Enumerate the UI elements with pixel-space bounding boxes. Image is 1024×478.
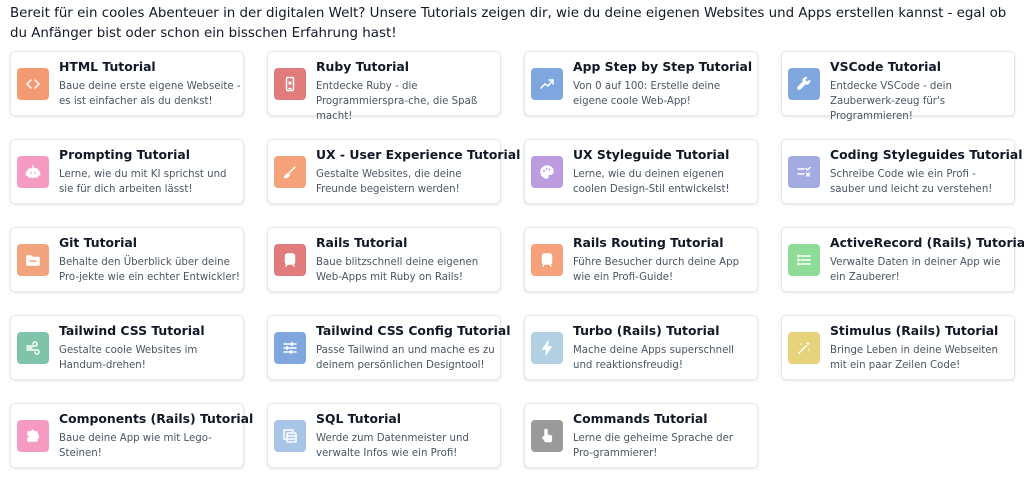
tutorial-card[interactable]: Rails Tutorial Baue blitzschnell deine ei…	[267, 227, 501, 292]
tutorial-card[interactable]: Coding Styleguides Tutorial Schreibe Code…	[781, 139, 1023, 204]
tutorial-card-title: Ruby Tutorial	[316, 59, 409, 74]
magic-wand-icon	[788, 332, 820, 364]
tutorial-card-description: Werde zum Datenmeister und verwalte Info…	[316, 433, 469, 459]
tutorial-card-description: Baue deine erste eigene Webseite - es is…	[59, 81, 241, 107]
tutorial-card[interactable]: Components (Rails) Tutorial Baue deine Ap…	[10, 403, 254, 468]
tutorial-card[interactable]: HTML Tutorial Baue deine erste eigene Web…	[10, 51, 244, 116]
tutorial-card-title: Rails Tutorial	[316, 235, 408, 250]
tutorial-card[interactable]: UX Styleguide Tutorial Lerne, wie du dein…	[524, 139, 758, 204]
tutorial-grid: HTML Tutorial Baue deine erste eigene Web…	[0, 0, 1024, 478]
tutorial-card[interactable]: UX - User Experience Tutorial Gestalte We…	[267, 139, 521, 204]
tutorial-card-title: Tailwind CSS Tutorial	[59, 323, 205, 338]
wind-icon	[17, 332, 49, 364]
mobile-icon	[274, 68, 306, 100]
robot-icon	[17, 156, 49, 188]
trending-up-icon	[531, 68, 563, 100]
tutorial-card[interactable]: ActiveRecord (Rails) Tutorial Verwalte Da…	[781, 227, 1024, 292]
tutorial-card-title: Coding Styleguides Tutorial	[830, 147, 1023, 162]
tutorial-card-description: Mache deine Apps superschnell und reakti…	[573, 345, 735, 371]
tutorial-card-description: Gestalte Websites, die deine Freunde beg…	[316, 169, 462, 195]
tutorial-card-title: Stimulus (Rails) Tutorial	[830, 323, 999, 338]
tutorial-card-description: Bringe Leben in deine Webseiten mit ein …	[830, 345, 999, 371]
tutorial-card-description: Baue deine App wie mit Lego-Steinen!	[59, 433, 212, 459]
palette-icon	[531, 156, 563, 188]
tutorial-card[interactable]: SQL Tutorial Werde zum Datenmeister und v…	[267, 403, 501, 468]
tutorial-card-title: HTML Tutorial	[59, 59, 156, 74]
tutorial-card-title: UX - User Experience Tutorial	[316, 147, 521, 162]
tutorial-card-title: Tailwind CSS Config Tutorial	[316, 323, 511, 338]
tutorial-card[interactable]: Rails Routing Tutorial Führe Besucher dur…	[524, 227, 758, 292]
list-check-icon	[788, 156, 820, 188]
tutorial-card-description: Von 0 auf 100: Erstelle deine eigene coo…	[573, 81, 721, 107]
tutorial-card-title: Turbo (Rails) Tutorial	[573, 323, 720, 338]
tutorial-card-description: Führe Besucher durch deine App wie ein P…	[573, 257, 740, 283]
tutorial-card[interactable]: Tailwind CSS Tutorial Gestalte coole Webs…	[10, 315, 244, 380]
tutorial-card[interactable]: App Step by Step Tutorial Von 0 auf 100: …	[524, 51, 758, 116]
tutorial-card[interactable]: Commands Tutorial Lerne die geheime Sprac…	[524, 403, 758, 468]
tutorial-card-description: Entdecke VSCode - dein Zauberwerk-zeug f…	[830, 81, 952, 122]
list-icon	[788, 244, 820, 276]
tutorial-card[interactable]: Ruby Tutorial Entdecke Ruby - die Program…	[267, 51, 501, 122]
pointer-icon	[531, 420, 563, 452]
tutorial-card-title: VSCode Tutorial	[830, 59, 942, 74]
folder-icon	[17, 244, 49, 276]
tutorial-card-title: Components (Rails) Tutorial	[59, 411, 254, 426]
tutorial-card-title: Commands Tutorial	[573, 411, 708, 426]
tutorial-card-title: Rails Routing Tutorial	[573, 235, 724, 250]
tutorial-card[interactable]: Prompting Tutorial Lerne, wie du mit KI s…	[10, 139, 244, 204]
tutorial-card-description: Lerne, wie du mit KI sprichst und sie fü…	[59, 169, 227, 195]
tutorial-card[interactable]: Git Tutorial Behalte den Überblick über d…	[10, 227, 244, 292]
tutorial-card[interactable]: Turbo (Rails) Tutorial Mache deine Apps s…	[524, 315, 758, 380]
wrench-icon	[788, 68, 820, 100]
tutorial-card[interactable]: VSCode Tutorial Entdecke VSCode - dein Za…	[781, 51, 1015, 122]
layers-icon	[274, 420, 306, 452]
brush-icon	[274, 156, 306, 188]
tutorial-card-description: Verwalte Daten in deiner App wie ein Zau…	[830, 257, 1001, 283]
tutorial-card-title: SQL Tutorial	[316, 411, 401, 426]
tutorial-card-description: Baue blitzschnell deine eigenen Web-Apps…	[316, 257, 479, 283]
tutorial-card-description: Passe Tailwind an und mache es zu deinem…	[316, 345, 495, 371]
tutorial-card-description: Lerne, wie du deinen eigenen coolen Desi…	[573, 169, 730, 195]
tutorial-card-title: App Step by Step Tutorial	[573, 59, 753, 74]
tutorial-card-title: Prompting Tutorial	[59, 147, 190, 162]
tutorial-card-description: Behalte den Überblick über deine Pro-jek…	[59, 257, 240, 283]
sliders-icon	[274, 332, 306, 364]
tutorial-card[interactable]: Tailwind CSS Config Tutorial Passe Tailwi…	[267, 315, 511, 380]
train-icon	[531, 244, 563, 276]
puzzle-icon	[17, 420, 49, 452]
train-icon	[274, 244, 306, 276]
tutorial-card-title: UX Styleguide Tutorial	[573, 147, 730, 162]
code-icon	[17, 68, 49, 100]
tutorial-card[interactable]: Stimulus (Rails) Tutorial Bringe Leben in…	[781, 315, 1015, 380]
tutorial-card-description: Lerne die geheime Sprache der Pro-grammi…	[573, 433, 734, 459]
tutorial-card-title: ActiveRecord (Rails) Tutorial	[830, 235, 1024, 250]
bolt-icon	[531, 332, 563, 364]
tutorial-card-description: Entdecke Ruby - die Programmierspra-che,…	[316, 81, 478, 122]
tutorial-card-description: Gestalte coole Websites im Handum-drehen…	[59, 345, 198, 371]
tutorial-card-description: Schreibe Code wie ein Profi - sauber und…	[830, 169, 993, 195]
tutorial-card-title: Git Tutorial	[59, 235, 137, 250]
